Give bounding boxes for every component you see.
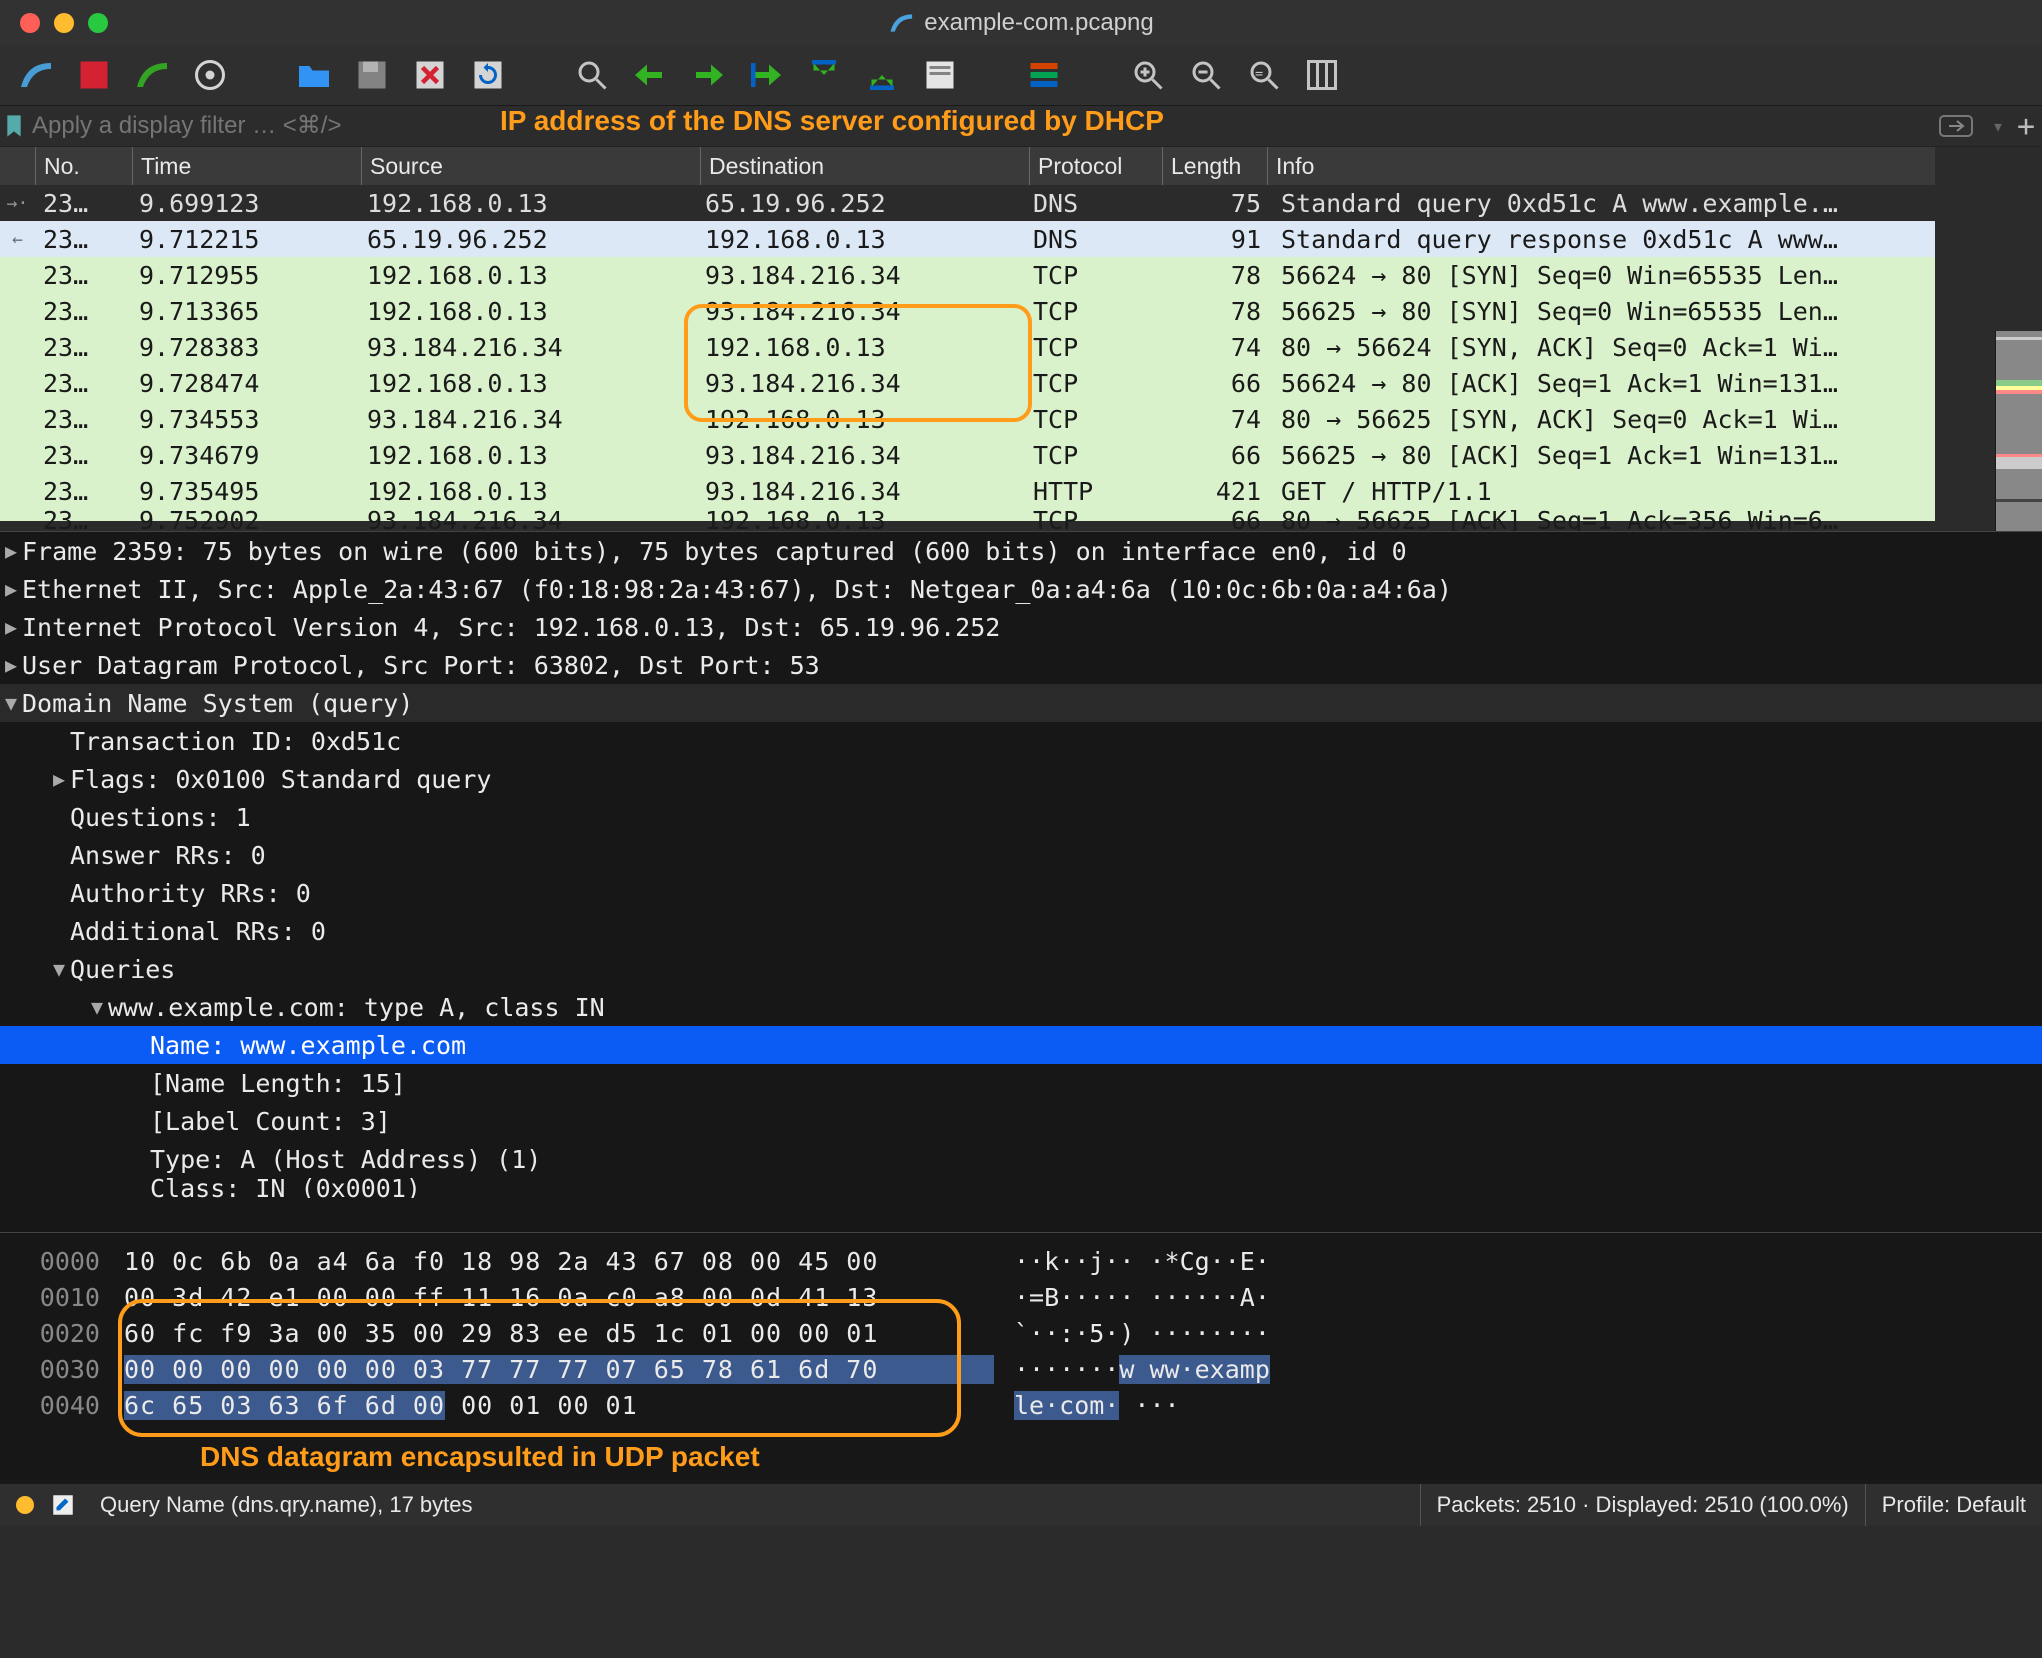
resize-columns-icon[interactable] [1304, 57, 1340, 93]
tree-queries[interactable]: Queries [70, 955, 175, 984]
tree-add[interactable]: Additional RRs: 0 [70, 917, 326, 946]
start-capture-icon[interactable] [18, 57, 54, 93]
packet-row[interactable]: 23…9.735495192.168.0.1393.184.216.34HTTP… [0, 473, 1935, 509]
capture-options-icon[interactable] [192, 57, 228, 93]
titlebar: example-com.pcapng [0, 0, 2042, 45]
zoom-in-icon[interactable] [1130, 57, 1166, 93]
packet-details[interactable]: ▶Frame 2359: 75 bytes on wire (600 bits)… [0, 531, 2042, 1233]
packet-row[interactable]: 23…9.75290293.184.216.34192.168.0.13TCP6… [0, 509, 1935, 531]
tree-class[interactable]: Class: IN (0x0001) [150, 1178, 421, 1198]
status-profile[interactable]: Profile: Default [1865, 1484, 2042, 1526]
close-icon[interactable] [20, 13, 40, 33]
annotation-destination: IP address of the DNS server configured … [500, 105, 1164, 137]
packet-row[interactable]: 23…9.728474192.168.0.1393.184.216.34TCP6… [0, 365, 1935, 401]
go-forward-icon[interactable] [690, 57, 726, 93]
tree-auth[interactable]: Authority RRs: 0 [70, 879, 311, 908]
tree-frame[interactable]: Frame 2359: 75 bytes on wire (600 bits),… [22, 537, 1407, 566]
add-filter-button[interactable]: + [2010, 109, 2042, 144]
filter-dropdown-icon[interactable]: ▾ [1986, 114, 2010, 138]
close-file-icon[interactable] [412, 57, 448, 93]
tree-ip[interactable]: Internet Protocol Version 4, Src: 192.16… [22, 613, 1000, 642]
wireshark-icon [888, 10, 914, 36]
bookmark-icon[interactable] [0, 106, 28, 146]
packet-row[interactable]: 23…9.73455393.184.216.34192.168.0.13TCP7… [0, 401, 1935, 437]
tree-udp[interactable]: User Datagram Protocol, Src Port: 63802,… [22, 651, 820, 680]
tree-questions[interactable]: Questions: 1 [70, 803, 251, 832]
expert-info-icon[interactable] [16, 1496, 34, 1514]
tree-answer[interactable]: Answer RRs: 0 [70, 841, 266, 870]
tree-flags[interactable]: Flags: 0x0100 Standard query [70, 765, 491, 794]
packet-list-body[interactable]: →·23…9.699123192.168.0.1365.19.96.252DNS… [0, 185, 1935, 531]
go-back-icon[interactable] [632, 57, 668, 93]
tree-namelen[interactable]: [Name Length: 15] [150, 1069, 406, 1098]
minimize-icon[interactable] [54, 13, 74, 33]
packet-list-header: No. Time Source Destination Protocol Len… [0, 147, 1935, 185]
open-file-icon[interactable] [296, 57, 332, 93]
col-source[interactable]: Source [361, 147, 700, 185]
go-to-packet-icon[interactable] [748, 57, 784, 93]
zoom-reset-icon[interactable]: = [1246, 57, 1282, 93]
tree-txid[interactable]: Transaction ID: 0xd51c [70, 727, 401, 756]
colorize-icon[interactable] [1026, 57, 1062, 93]
col-no[interactable]: No. [35, 147, 132, 185]
zoom-out-icon[interactable] [1188, 57, 1224, 93]
reload-file-icon[interactable] [470, 57, 506, 93]
annotation-hex: DNS datagram encapsulted in UDP packet [200, 1441, 760, 1473]
packet-list: No. Time Source Destination Protocol Len… [0, 147, 1935, 531]
col-destination[interactable]: Destination [700, 147, 1029, 185]
packet-row[interactable]: 23…9.72838393.184.216.34192.168.0.13TCP7… [0, 329, 1935, 365]
restart-capture-icon[interactable] [134, 57, 170, 93]
wireshark-window: example-com.pcapng = IP address of the D… [0, 0, 2042, 1658]
status-bar: Query Name (dns.qry.name), 17 bytes Pack… [0, 1483, 2042, 1526]
edit-icon[interactable] [50, 1492, 76, 1518]
stop-capture-icon[interactable] [76, 57, 112, 93]
go-first-icon[interactable] [806, 57, 842, 93]
main-toolbar: = [0, 45, 2042, 106]
tree-type[interactable]: Type: A (Host Address) (1) [150, 1145, 541, 1174]
tree-eth[interactable]: Ethernet II, Src: Apple_2a:43:67 (f0:18:… [22, 575, 1452, 604]
find-packet-icon[interactable] [574, 57, 610, 93]
auto-scroll-icon[interactable] [922, 57, 958, 93]
status-field: Query Name (dns.qry.name), 17 bytes [100, 1492, 473, 1518]
tree-dns[interactable]: Domain Name System (query) [22, 689, 413, 718]
packet-row[interactable]: ←23…9.71221565.19.96.252192.168.0.13DNS9… [0, 221, 1935, 257]
save-file-icon[interactable] [354, 57, 390, 93]
col-length[interactable]: Length [1162, 147, 1267, 185]
packet-row[interactable]: →·23…9.699123192.168.0.1365.19.96.252DNS… [0, 185, 1935, 221]
svg-text:=: = [1255, 66, 1263, 82]
packet-row[interactable]: 23…9.734679192.168.0.1393.184.216.34TCP6… [0, 437, 1935, 473]
packet-row[interactable]: 23…9.712955192.168.0.1393.184.216.34TCP7… [0, 257, 1935, 293]
status-packets: Packets: 2510 · Displayed: 2510 (100.0%) [1420, 1484, 1865, 1526]
go-last-icon[interactable] [864, 57, 900, 93]
filter-apply-icon[interactable] [1926, 115, 1986, 137]
window-title: example-com.pcapng [924, 9, 1153, 37]
packet-bytes[interactable]: 000010 0c 6b 0a a4 6a f0 18 98 2a 43 67 … [0, 1233, 2042, 1483]
packet-row[interactable]: 23…9.713365192.168.0.1393.184.216.34TCP7… [0, 293, 1935, 329]
tree-query-entry[interactable]: www.example.com: type A, class IN [108, 993, 605, 1022]
col-info[interactable]: Info [1267, 147, 1935, 185]
zoom-icon[interactable] [88, 13, 108, 33]
tree-labelcount[interactable]: [Label Count: 3] [150, 1107, 391, 1136]
col-protocol[interactable]: Protocol [1029, 147, 1162, 185]
tree-qname[interactable]: Name: www.example.com [150, 1031, 466, 1060]
col-time[interactable]: Time [132, 147, 361, 185]
